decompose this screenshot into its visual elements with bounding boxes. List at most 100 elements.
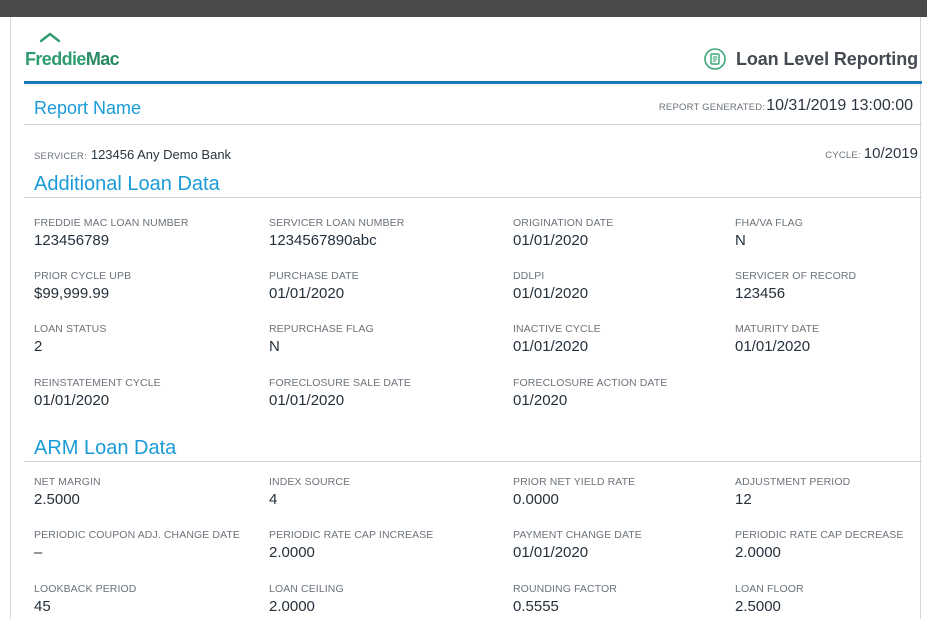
field-label: ORIGINATION DATE	[513, 217, 614, 229]
field-periodic-rate-cap-decrease: PERIODIC RATE CAP DECREASE 2.0000	[735, 529, 904, 561]
cycle-label: CYCLE:	[825, 150, 861, 161]
field-label: FORECLOSURE ACTION DATE	[513, 377, 668, 389]
app-title: Loan Level Reporting	[704, 48, 918, 70]
report-generated-value: 10/31/2019 13:00:00	[766, 97, 913, 114]
field-value: 01/01/2020	[513, 285, 589, 302]
field-label: REINSTATEMENT CYCLE	[34, 377, 161, 389]
field-periodic-rate-cap-increase: PERIODIC RATE CAP INCREASE 2.0000	[269, 529, 433, 561]
report-name: Report Name	[34, 98, 142, 118]
field-value: 2.0000	[269, 598, 315, 615]
section-title-arm-loan-data: ARM Loan Data	[34, 437, 177, 459]
field-label: PAYMENT CHANGE DATE	[513, 529, 642, 541]
servicer-value: 123456 Any Demo Bank	[90, 147, 232, 162]
field-label: INACTIVE CYCLE	[513, 323, 601, 335]
field-label: PERIODIC RATE CAP DECREASE	[735, 529, 904, 541]
field-value: 01/01/2020	[513, 338, 589, 355]
field-index-source: INDEX SOURCE 4	[269, 476, 350, 508]
logo-word-2: Mac	[85, 49, 120, 69]
field-value: 01/01/2020	[269, 285, 345, 302]
field-value: N	[269, 338, 280, 355]
field-value: 12	[735, 491, 752, 508]
field-loan-ceiling: LOAN CEILING 2.0000	[269, 583, 344, 615]
field-label: LOOKBACK PERIOD	[34, 583, 137, 595]
field-label: PERIODIC RATE CAP INCREASE	[269, 529, 434, 541]
field-reinstatement-cycle: REINSTATEMENT CYCLE 01/01/2020	[34, 377, 161, 409]
field-label: LOAN FLOOR	[735, 583, 804, 595]
field-net-margin: NET MARGIN 2.5000	[34, 476, 101, 508]
section-title-additional-loan-data: Additional Loan Data	[34, 173, 220, 195]
field-value: 2.5000	[34, 491, 80, 508]
logo-word-1: Freddie	[25, 49, 86, 69]
field-label: PERIODIC COUPON ADJ. CHANGE DATE	[34, 529, 241, 541]
servicer-label: SERVICER:	[34, 151, 87, 162]
field-fha-va-flag: FHA/VA FLAG N	[735, 217, 803, 249]
field-label: INDEX SOURCE	[269, 476, 351, 488]
field-purchase-date: PURCHASE DATE 01/01/2020	[269, 270, 359, 302]
field-value: 01/01/2020	[269, 392, 345, 409]
window-top-bar	[0, 0, 927, 17]
field-label: SERVICER LOAN NUMBER	[269, 217, 405, 229]
report-generated-label: REPORT GENERATED:	[658, 102, 766, 113]
field-maturity-date: MATURITY DATE 01/01/2020	[735, 323, 819, 355]
field-label: SERVICER OF RECORD	[735, 270, 857, 282]
field-value: –	[34, 544, 43, 561]
field-value: 2	[34, 338, 43, 355]
field-inactive-cycle: INACTIVE CYCLE 01/01/2020	[513, 323, 601, 355]
field-foreclosure-sale-date: FORECLOSURE SALE DATE 01/01/2020	[269, 377, 411, 409]
servicer-info: SERVICER: 123456 Any Demo Bank	[34, 146, 231, 164]
cycle-info: CYCLE: 10/2019	[825, 145, 918, 163]
field-label: ROUNDING FACTOR	[513, 583, 617, 595]
field-value: 1234567890abc	[269, 232, 377, 249]
header-divider	[24, 81, 922, 84]
report-name-divider	[24, 124, 922, 125]
field-value: 0.0000	[513, 491, 559, 508]
field-value: 123456	[735, 285, 786, 302]
field-value: 0.5555	[513, 598, 559, 615]
field-label: FHA/VA FLAG	[735, 217, 804, 229]
field-loan-floor: LOAN FLOOR 2.5000	[735, 583, 804, 615]
roof-icon	[39, 32, 61, 43]
field-label: LOAN CEILING	[269, 583, 344, 595]
field-adjustment-period: ADJUSTMENT PERIOD 12	[735, 476, 850, 508]
field-loan-status: LOAN STATUS 2	[34, 323, 106, 355]
field-lookback-period: LOOKBACK PERIOD 45	[34, 583, 136, 615]
field-value: 2.0000	[269, 544, 315, 561]
field-value: 45	[34, 598, 51, 615]
field-foreclosure-action-date: FORECLOSURE ACTION DATE 01/2020	[513, 377, 667, 409]
field-label: NET MARGIN	[34, 476, 101, 488]
field-value: $99,999.99	[34, 285, 110, 302]
field-ddlpi: DDLPI 01/01/2020	[513, 270, 588, 302]
report-generated: REPORT GENERATED:10/31/2019 13:00:00	[659, 97, 913, 115]
field-servicer-of-record: SERVICER OF RECORD 123456	[735, 270, 856, 302]
field-label: PURCHASE DATE	[269, 270, 359, 282]
field-periodic-coupon-adj-change-date: PERIODIC COUPON ADJ. CHANGE DATE –	[34, 529, 240, 561]
field-label: LOAN STATUS	[34, 323, 107, 335]
field-origination-date: ORIGINATION DATE 01/01/2020	[513, 217, 613, 249]
cycle-value: 10/2019	[863, 145, 918, 162]
field-label: FREDDIE MAC LOAN NUMBER	[34, 217, 189, 229]
field-value: 123456789	[34, 232, 110, 249]
field-servicer-loan-number: SERVICER LOAN NUMBER 1234567890abc	[269, 217, 404, 249]
field-value: 4	[269, 491, 278, 508]
field-repurchase-flag: REPURCHASE FLAG N	[269, 323, 374, 355]
field-value: 2.0000	[735, 544, 781, 561]
field-prior-cycle-upb: PRIOR CYCLE UPB $99,999.99	[34, 270, 131, 302]
field-label: MATURITY DATE	[735, 323, 820, 335]
loan-document-icon	[704, 48, 726, 70]
field-value: 01/01/2020	[513, 544, 589, 561]
field-prior-net-yield-rate: PRIOR NET YIELD RATE 0.0000	[513, 476, 635, 508]
app-title-label: Loan Level Reporting	[735, 48, 918, 69]
field-payment-change-date: PAYMENT CHANGE DATE 01/01/2020	[513, 529, 642, 561]
section-divider-arm	[24, 461, 922, 462]
field-freddie-mac-loan-number: FREDDIE MAC LOAN NUMBER 123456789	[34, 217, 189, 249]
field-rounding-factor: ROUNDING FACTOR 0.5555	[513, 583, 617, 615]
section-divider-additional	[24, 197, 922, 198]
field-label: ADJUSTMENT PERIOD	[735, 476, 851, 488]
logo-wordmark: FreddieMac	[25, 49, 120, 70]
field-value: 01/01/2020	[735, 338, 811, 355]
field-value: 01/01/2020	[513, 232, 589, 249]
field-label: PRIOR NET YIELD RATE	[513, 476, 636, 488]
field-value: 01/2020	[513, 392, 568, 409]
field-value: 01/01/2020	[34, 392, 110, 409]
field-label: DDLPI	[513, 270, 545, 282]
